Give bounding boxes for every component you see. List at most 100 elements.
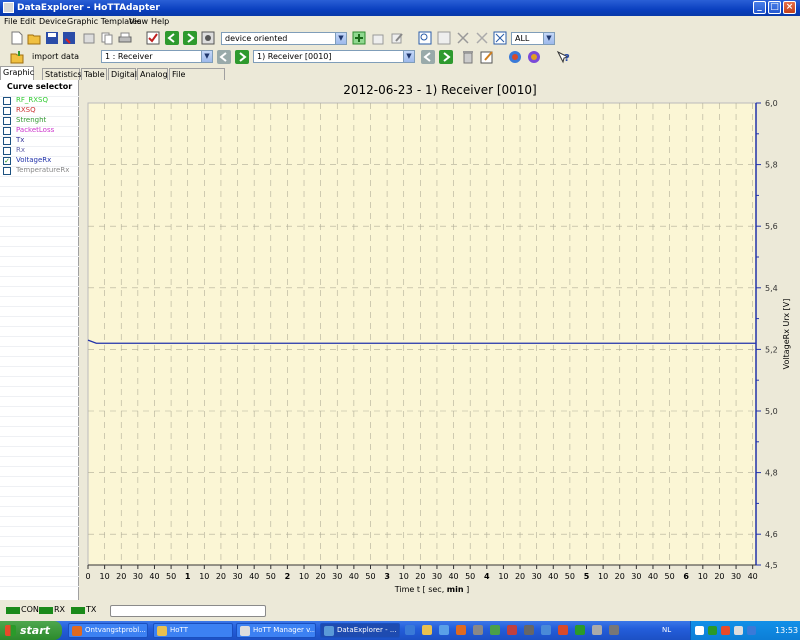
quick-launch-icon[interactable] xyxy=(558,625,568,635)
start-button[interactable]: start xyxy=(0,621,62,640)
cut-range-icon[interactable] xyxy=(475,31,489,45)
prev-device-icon[interactable] xyxy=(165,31,179,45)
save-as-icon[interactable] xyxy=(62,31,76,45)
curve-item-packetloss[interactable]: PacketLoss xyxy=(3,126,79,136)
list-divider xyxy=(0,486,79,487)
prev-channel-icon[interactable] xyxy=(217,50,231,64)
quick-launch-icon[interactable] xyxy=(609,625,619,635)
quick-launch-icon[interactable] xyxy=(490,625,500,635)
curve-checkbox[interactable]: ✓ xyxy=(3,157,11,165)
curve-checkbox[interactable] xyxy=(3,97,11,105)
curve-item-temperaturerx[interactable]: TemperatureRx xyxy=(3,166,79,176)
task-dataexplorer[interactable]: DataExplorer - ... xyxy=(320,623,400,638)
record-select[interactable]: 1) Receiver [0010] ▼ xyxy=(253,50,415,63)
next-record-icon[interactable] xyxy=(439,50,453,64)
language-indicator[interactable]: NL xyxy=(662,626,671,634)
task-hott-manager[interactable]: HoTT Manager v... xyxy=(236,623,316,638)
minimize-button[interactable]: _ xyxy=(753,1,766,14)
rx-indicator-icon xyxy=(39,607,53,614)
prev-record-icon[interactable] xyxy=(421,50,435,64)
copy-icon[interactable] xyxy=(100,31,114,45)
y-tick-label: 6,0 xyxy=(765,99,778,108)
checklist-icon[interactable] xyxy=(146,31,160,45)
menu-edit[interactable]: Edit xyxy=(20,17,36,26)
curve-label: Strenght xyxy=(16,116,47,124)
delete-icon[interactable] xyxy=(461,50,475,64)
curve-checkbox[interactable] xyxy=(3,167,11,175)
edit-icon[interactable] xyxy=(390,31,404,45)
zoom-icon[interactable] xyxy=(418,31,432,45)
dataexplorer-icon xyxy=(324,626,334,636)
next-device-icon[interactable] xyxy=(183,31,197,45)
export-icon[interactable] xyxy=(371,31,385,45)
tab-statistics[interactable]: Statistics xyxy=(42,68,82,80)
print-icon[interactable] xyxy=(118,31,132,45)
quick-launch-icon[interactable] xyxy=(575,625,585,635)
menu-help[interactable]: Help xyxy=(151,17,169,26)
cut-icon[interactable] xyxy=(82,31,96,45)
scale-icon[interactable] xyxy=(456,31,470,45)
list-divider xyxy=(0,326,79,327)
import-folder-icon[interactable] xyxy=(10,50,24,64)
open-folder-icon[interactable] xyxy=(27,31,41,45)
curve-checkbox[interactable] xyxy=(3,117,11,125)
curve-item-voltagerx[interactable]: ✓ VoltageRx xyxy=(3,156,79,166)
curve-item-tx[interactable]: Tx xyxy=(3,136,79,146)
tab-table[interactable]: Table xyxy=(81,68,107,80)
new-file-icon[interactable] xyxy=(10,31,24,45)
curve-checkbox[interactable] xyxy=(3,127,11,135)
filter-select[interactable]: ALL ▼ xyxy=(511,32,555,45)
quick-launch-icon[interactable] xyxy=(473,625,483,635)
edit-record-icon[interactable] xyxy=(480,50,494,64)
channel-select[interactable]: 1 : Receiver ▼ xyxy=(101,50,213,63)
x-tick-label: 10 xyxy=(100,572,110,581)
quick-launch-icon[interactable] xyxy=(541,625,551,635)
quick-launch-icon[interactable] xyxy=(439,625,449,635)
quick-launch-icon[interactable] xyxy=(524,625,534,635)
device-mode-select[interactable]: device oriented ▼ xyxy=(221,32,347,45)
curve-item-rxsq[interactable]: RXSQ xyxy=(3,106,79,116)
next-channel-icon[interactable] xyxy=(235,50,249,64)
menu-device[interactable]: Device xyxy=(39,17,66,26)
help-icon[interactable]: ? xyxy=(556,50,570,64)
import-data-label[interactable]: import data xyxy=(32,52,79,61)
voltage-chart[interactable]: 6,05,85,65,45,25,04,84,64,50 10 20 30 40 50 1 1… xyxy=(80,80,800,600)
curve-item-strenght[interactable]: Strenght xyxy=(3,116,79,126)
curve-item-rf_rxsq[interactable]: RF_RXSQ xyxy=(3,96,79,106)
save-icon[interactable] xyxy=(45,31,59,45)
task-ontvangst[interactable]: Ontvangstprobl... xyxy=(68,623,148,638)
fit-view-icon[interactable] xyxy=(493,31,507,45)
curve-item-rx[interactable]: Rx xyxy=(3,146,79,156)
tray-icon[interactable] xyxy=(721,626,730,635)
tray-icon[interactable] xyxy=(747,626,756,635)
web-icon[interactable] xyxy=(508,50,522,64)
maximize-button[interactable]: □ xyxy=(768,1,781,14)
menu-view[interactable]: View xyxy=(129,17,148,26)
task-hott-folder[interactable]: HoTT xyxy=(153,623,233,638)
tab-file-comment[interactable]: File comment xyxy=(169,68,225,90)
tray-icon[interactable] xyxy=(708,626,717,635)
quick-launch-icon[interactable] xyxy=(456,625,466,635)
add-record-icon[interactable] xyxy=(352,31,366,45)
device-settings-icon[interactable] xyxy=(201,31,215,45)
quick-launch-icon[interactable] xyxy=(592,625,602,635)
curve-checkbox[interactable] xyxy=(3,147,11,155)
quick-launch-icon[interactable] xyxy=(422,625,432,635)
curve-checkbox[interactable] xyxy=(3,137,11,145)
globe-icon[interactable] xyxy=(527,50,541,64)
curve-checkbox[interactable] xyxy=(3,107,11,115)
menu-file[interactable]: File xyxy=(4,17,17,26)
pan-icon[interactable] xyxy=(437,31,451,45)
tab-analog[interactable]: Analog xyxy=(137,68,168,80)
quick-launch-icon[interactable] xyxy=(507,625,517,635)
close-button[interactable]: × xyxy=(783,1,796,14)
list-divider xyxy=(0,406,79,407)
tray-icon[interactable] xyxy=(695,626,704,635)
curve-label: Tx xyxy=(16,136,25,144)
quick-launch-icon[interactable] xyxy=(405,625,415,635)
tray-icon[interactable] xyxy=(734,626,743,635)
tab-graphic[interactable]: Graphic xyxy=(0,66,34,80)
y-tick-label: 5,6 xyxy=(765,222,778,231)
tab-digital[interactable]: Digital xyxy=(108,68,137,80)
window-titlebar[interactable]: DataExplorer - HoTTAdapter _ □ × xyxy=(0,0,800,16)
